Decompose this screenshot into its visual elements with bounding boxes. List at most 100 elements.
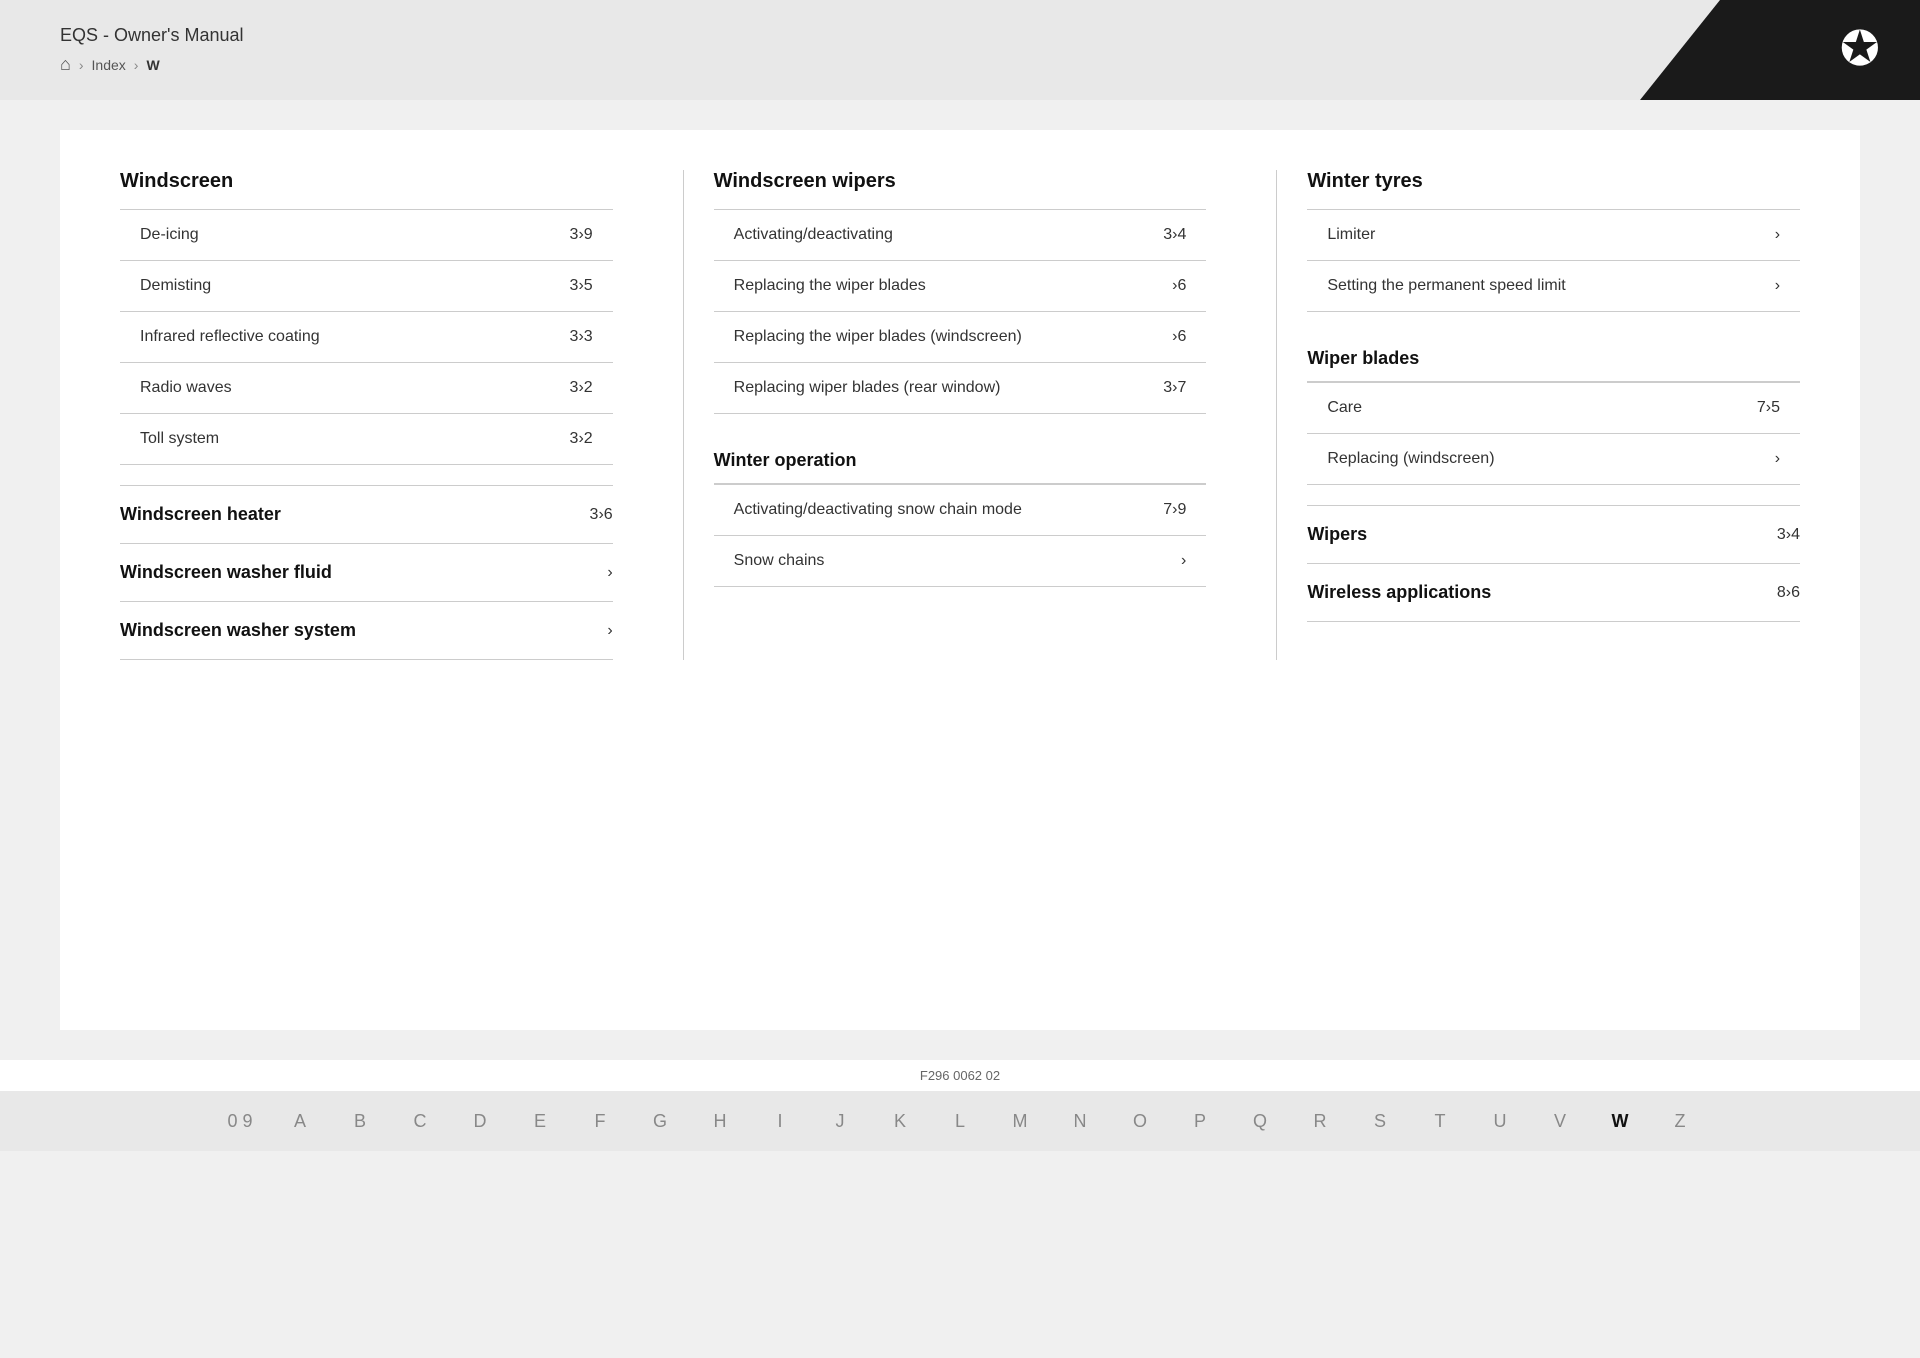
list-item[interactable]: Toll system 3›2: [120, 414, 613, 465]
breadcrumb: ⌂ › Index › W: [60, 54, 244, 75]
alphabet-footer: 0 9 A B C D E F G H I J K L M N O P Q R …: [0, 1091, 1920, 1151]
item-label: Replacing the wiper blades: [734, 277, 1172, 295]
list-item[interactable]: Snow chains ›: [714, 536, 1207, 587]
item-label: Activating/deactivating: [734, 226, 1164, 244]
item-page: ›: [1181, 552, 1186, 570]
list-item[interactable]: Infrared reflective coating 3›3: [120, 312, 613, 363]
col3-group2: Care 7›5 Replacing (windscreen) ›: [1307, 382, 1800, 485]
item-label: Demisting: [140, 277, 570, 295]
alpha-K[interactable]: K: [870, 1091, 930, 1151]
item-page: 3›2: [570, 430, 593, 448]
bold-link-label: Windscreen washer fluid: [120, 562, 332, 583]
list-item[interactable]: Activating/deactivating snow chain mode …: [714, 485, 1207, 536]
item-page: ›6: [1172, 277, 1186, 295]
list-item[interactable]: De-icing 3›9: [120, 210, 613, 261]
footer-code: F296 0062 02: [0, 1060, 1920, 1091]
alpha-P[interactable]: P: [1170, 1091, 1230, 1151]
col1-title: Windscreen: [120, 170, 613, 193]
alpha-Q[interactable]: Q: [1230, 1091, 1290, 1151]
col2-group: Activating/deactivating 3›4 Replacing th…: [714, 209, 1207, 414]
col3-title: Winter tyres: [1307, 170, 1800, 193]
alpha-E[interactable]: E: [510, 1091, 570, 1151]
wiper-blades-title: Wiper blades: [1307, 332, 1800, 382]
bold-link-page: ›: [607, 622, 612, 640]
winter-operation-title: Winter operation: [714, 434, 1207, 484]
list-item[interactable]: Care 7›5: [1307, 383, 1800, 434]
item-label: Infrared reflective coating: [140, 328, 570, 346]
alpha-H[interactable]: H: [690, 1091, 750, 1151]
alpha-G[interactable]: G: [630, 1091, 690, 1151]
item-label: De-icing: [140, 226, 570, 244]
item-page: 7›5: [1757, 399, 1780, 417]
mercedes-star-icon: ✪: [1840, 26, 1880, 74]
list-item[interactable]: Replacing the wiper blades (wind­screen)…: [714, 312, 1207, 363]
alpha-F[interactable]: F: [570, 1091, 630, 1151]
item-label: Toll system: [140, 430, 570, 448]
item-label: Replacing the wiper blades (wind­screen): [734, 328, 1172, 346]
windscreen-washer-system-link[interactable]: Windscreen washer system ›: [120, 602, 613, 660]
col1-group: De-icing 3›9 Demisting 3›5 Infrared refl…: [120, 209, 613, 465]
main-content: Windscreen De-icing 3›9 Demisting 3›5 In…: [60, 130, 1860, 1030]
alpha-U[interactable]: U: [1470, 1091, 1530, 1151]
divider2: [1276, 170, 1277, 660]
bold-link-label: Wireless applications: [1307, 582, 1491, 603]
header-left: EQS - Owner's Manual ⌂ › Index › W: [60, 25, 244, 75]
item-page: 3›3: [570, 328, 593, 346]
alpha-R[interactable]: R: [1290, 1091, 1350, 1151]
alpha-W[interactable]: W: [1590, 1091, 1650, 1151]
alpha-C[interactable]: C: [390, 1091, 450, 1151]
alpha-B[interactable]: B: [330, 1091, 390, 1151]
list-item[interactable]: Radio waves 3›2: [120, 363, 613, 414]
windscreen-washer-fluid-link[interactable]: Windscreen washer fluid ›: [120, 544, 613, 602]
breadcrumb-current: W: [146, 57, 159, 73]
alpha-I[interactable]: I: [750, 1091, 810, 1151]
list-item[interactable]: Limiter ›: [1307, 210, 1800, 261]
bold-link-label: Wipers: [1307, 524, 1367, 545]
col2-sub-group: Activating/deactivating snow chain mode …: [714, 484, 1207, 587]
list-item[interactable]: Replacing wiper blades (rear win­dow) 3›…: [714, 363, 1207, 414]
bold-link-page: 3›4: [1777, 526, 1800, 544]
list-item[interactable]: Demisting 3›5: [120, 261, 613, 312]
alpha-09[interactable]: 0 9: [210, 1091, 270, 1151]
manual-title: EQS - Owner's Manual: [60, 25, 244, 46]
item-page: 3›2: [570, 379, 593, 397]
alpha-J[interactable]: J: [810, 1091, 870, 1151]
alpha-M[interactable]: M: [990, 1091, 1050, 1151]
header: EQS - Owner's Manual ⌂ › Index › W ✪: [0, 0, 1920, 100]
item-label: Replacing wiper blades (rear win­dow): [734, 379, 1164, 397]
columns-wrapper: Windscreen De-icing 3›9 Demisting 3›5 In…: [120, 170, 1800, 660]
item-label: Snow chains: [734, 552, 1181, 570]
bold-link-label: Windscreen heater: [120, 504, 281, 525]
wireless-applications-link[interactable]: Wireless applications 8›6: [1307, 564, 1800, 622]
item-page: 3›5: [570, 277, 593, 295]
list-item[interactable]: Replacing the wiper blades ›6: [714, 261, 1207, 312]
wipers-link[interactable]: Wipers 3›4: [1307, 505, 1800, 564]
list-item[interactable]: Activating/deactivating 3›4: [714, 210, 1207, 261]
alpha-S[interactable]: S: [1350, 1091, 1410, 1151]
alpha-N[interactable]: N: [1050, 1091, 1110, 1151]
home-icon[interactable]: ⌂: [60, 54, 71, 75]
item-label: Activating/deactivating snow chain mode: [734, 501, 1164, 519]
bold-link-page: 8›6: [1777, 584, 1800, 602]
item-page: ›6: [1172, 328, 1186, 346]
bold-link-label: Windscreen washer system: [120, 620, 356, 641]
item-label: Replacing (windscreen): [1327, 450, 1774, 468]
document-code: F296 0062 02: [920, 1068, 1000, 1083]
item-page: 3›9: [570, 226, 593, 244]
alpha-T[interactable]: T: [1410, 1091, 1470, 1151]
list-item[interactable]: Setting the permanent speed limit ›: [1307, 261, 1800, 312]
alpha-Z[interactable]: Z: [1650, 1091, 1710, 1151]
bold-link-page: ›: [607, 564, 612, 582]
list-item[interactable]: Replacing (windscreen) ›: [1307, 434, 1800, 485]
breadcrumb-index[interactable]: Index: [92, 57, 126, 73]
windscreen-heater-link[interactable]: Windscreen heater 3›6: [120, 485, 613, 544]
alpha-O[interactable]: O: [1110, 1091, 1170, 1151]
logo-area: ✪: [1640, 0, 1920, 100]
alpha-D[interactable]: D: [450, 1091, 510, 1151]
item-page: 3›4: [1163, 226, 1186, 244]
col3-group1: Limiter › Setting the permanent speed li…: [1307, 209, 1800, 312]
alpha-L[interactable]: L: [930, 1091, 990, 1151]
alpha-A[interactable]: A: [270, 1091, 330, 1151]
alpha-V[interactable]: V: [1530, 1091, 1590, 1151]
column-wipers: Windscreen wipers Activating/deactivatin…: [714, 170, 1247, 660]
